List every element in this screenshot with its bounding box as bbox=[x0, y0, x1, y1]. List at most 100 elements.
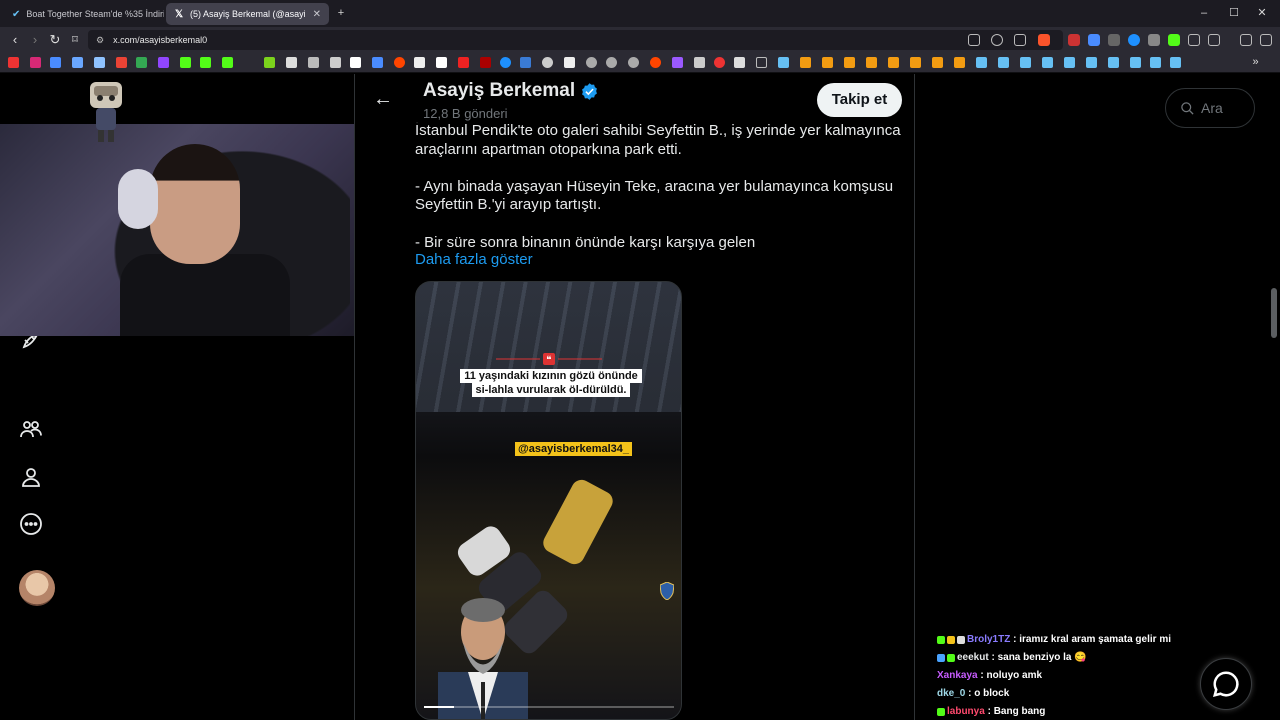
bookmark-steam-icon[interactable] bbox=[998, 57, 1009, 68]
bookmark-icon[interactable] bbox=[50, 57, 61, 68]
bookmark-steam-icon[interactable] bbox=[778, 57, 789, 68]
account-avatar[interactable] bbox=[19, 570, 55, 606]
messages-button[interactable] bbox=[1200, 658, 1252, 710]
tab-steam[interactable]: ✔ Boat Together Steam'de %35 İndirim bbox=[4, 3, 164, 25]
share-icon[interactable] bbox=[1014, 34, 1026, 46]
bookmark-icon[interactable] bbox=[564, 57, 575, 68]
bookmark-icon[interactable] bbox=[480, 57, 491, 68]
bookmark-drive-icon[interactable] bbox=[136, 57, 147, 68]
bookmark-icon[interactable] bbox=[458, 57, 469, 68]
bookmark-icon[interactable] bbox=[694, 57, 705, 68]
bookmark-icon[interactable] bbox=[542, 57, 553, 68]
bookmark-icon[interactable] bbox=[500, 57, 511, 68]
extension-icon[interactable] bbox=[1068, 34, 1080, 46]
bookmark-steam-icon[interactable] bbox=[1020, 57, 1031, 68]
bookmark-icon[interactable] bbox=[672, 57, 683, 68]
minimize-button[interactable]: – bbox=[1194, 4, 1214, 22]
bookmark-kick-icon[interactable] bbox=[222, 57, 233, 68]
bookmark-steam-icon[interactable] bbox=[1130, 57, 1141, 68]
chat-bubble-icon bbox=[1212, 671, 1239, 698]
bookmark-icon[interactable] bbox=[888, 57, 899, 68]
back-icon[interactable]: ‹ bbox=[6, 31, 24, 49]
page-scrollbar-thumb[interactable] bbox=[1271, 288, 1277, 338]
bookmark-youtube-icon[interactable] bbox=[8, 57, 19, 68]
browser-tab-bar: ✔ Boat Together Steam'de %35 İndirim 𝕏 (… bbox=[0, 0, 1280, 27]
bookmark-reddit-icon[interactable] bbox=[394, 57, 405, 68]
bookmark-x-icon[interactable] bbox=[350, 57, 361, 68]
bookmark-icon[interactable] bbox=[330, 57, 341, 68]
bookmark-kick-icon[interactable] bbox=[180, 57, 191, 68]
forward-icon[interactable]: › bbox=[26, 31, 44, 49]
close-tab-icon[interactable]: ✕ bbox=[305, 9, 321, 20]
sidebar-icon[interactable] bbox=[1208, 34, 1220, 46]
bookmark-steam-icon[interactable] bbox=[1042, 57, 1053, 68]
chat-username: labunya bbox=[947, 706, 985, 717]
bookmark-steam-icon[interactable] bbox=[1064, 57, 1075, 68]
bookmark-instagram-icon[interactable] bbox=[30, 57, 41, 68]
site-info-icon[interactable]: ⚙ bbox=[96, 35, 104, 46]
bookmark-steam-icon[interactable] bbox=[1150, 57, 1161, 68]
extension-icon[interactable] bbox=[1088, 34, 1100, 46]
back-arrow-icon[interactable]: ← bbox=[371, 87, 395, 111]
bookmark-twitch-icon[interactable] bbox=[158, 57, 169, 68]
bookmark-icon[interactable] bbox=[650, 57, 661, 68]
svg-text:❝: ❝ bbox=[546, 355, 551, 366]
nav-more-icon[interactable] bbox=[17, 510, 45, 538]
bookmark-steam-icon[interactable] bbox=[1086, 57, 1097, 68]
bookmark-icon[interactable]: ⌑ bbox=[66, 31, 84, 49]
bookmark-icon[interactable] bbox=[606, 57, 617, 68]
tweet-video[interactable]: ❝ 11 yaşındaki kızının gözü önünde si-la… bbox=[415, 281, 682, 720]
video-progress-bar[interactable] bbox=[424, 706, 674, 708]
bookmark-icon[interactable] bbox=[954, 57, 965, 68]
bookmark-icon[interactable] bbox=[264, 57, 275, 68]
extension-icon[interactable] bbox=[1108, 34, 1120, 46]
bookmark-icon[interactable] bbox=[586, 57, 597, 68]
more-bookmarks-icon[interactable]: » bbox=[1250, 57, 1261, 68]
reload-icon[interactable]: ↻ bbox=[46, 31, 64, 49]
bookmark-steam-icon[interactable] bbox=[1108, 57, 1119, 68]
maximize-button[interactable]: ☐ bbox=[1224, 4, 1244, 22]
bookmark-icon[interactable] bbox=[910, 57, 921, 68]
search-box[interactable]: Ara bbox=[1165, 88, 1255, 128]
bookmark-amazon-icon[interactable] bbox=[436, 57, 447, 68]
menu-icon[interactable] bbox=[1260, 34, 1272, 46]
address-bar[interactable]: ⚙ x.com/asayisberkemal0 bbox=[88, 30, 1063, 50]
bookmark-icon[interactable] bbox=[286, 57, 297, 68]
zoom-icon[interactable] bbox=[991, 34, 1003, 46]
close-window-button[interactable]: ✕ bbox=[1252, 4, 1272, 22]
video-caption: 11 yaşındaki kızının gözü önünde si-lahl… bbox=[456, 369, 646, 397]
bookmark-folder-icon[interactable] bbox=[756, 57, 767, 68]
bookmark-icon[interactable] bbox=[520, 57, 531, 68]
bookmark-icon[interactable] bbox=[800, 57, 811, 68]
bookmark-steam-icon[interactable] bbox=[976, 57, 987, 68]
nav-profile-icon[interactable] bbox=[17, 463, 45, 491]
bookmark-icon[interactable] bbox=[822, 57, 833, 68]
bookmark-icon[interactable] bbox=[714, 57, 725, 68]
tab-x-profile[interactable]: 𝕏 (5) Asayiş Berkemal (@asayisberk ✕ bbox=[166, 3, 329, 25]
nav-communities-icon[interactable] bbox=[17, 415, 45, 443]
bookmark-kick-icon[interactable] bbox=[200, 57, 211, 68]
bookmark-icon[interactable] bbox=[628, 57, 639, 68]
bookmark-icon[interactable] bbox=[932, 57, 943, 68]
kick-extension-icon[interactable] bbox=[1168, 34, 1180, 46]
bookmark-icon[interactable] bbox=[414, 57, 425, 68]
bookmark-steam-icon[interactable] bbox=[1170, 57, 1181, 68]
bookmark-icon[interactable] bbox=[72, 57, 83, 68]
extension-icon[interactable] bbox=[1148, 34, 1160, 46]
bookmark-icon[interactable] bbox=[734, 57, 745, 68]
bookmark-icon[interactable] bbox=[94, 57, 105, 68]
extensions-puzzle-icon[interactable] bbox=[1188, 34, 1200, 46]
extension-icon[interactable] bbox=[1128, 34, 1140, 46]
screen-icon[interactable] bbox=[968, 34, 980, 46]
follow-button[interactable]: Takip et bbox=[817, 83, 902, 117]
bookmark-icon[interactable] bbox=[866, 57, 877, 68]
bookmark-icon[interactable] bbox=[308, 57, 319, 68]
bookmark-gmail-icon[interactable] bbox=[116, 57, 127, 68]
brave-shield-icon[interactable] bbox=[1038, 34, 1050, 46]
music-icon[interactable] bbox=[1240, 34, 1252, 46]
bookmark-icon[interactable] bbox=[372, 57, 383, 68]
new-tab-button[interactable]: + bbox=[331, 4, 351, 22]
chat-badge-icon bbox=[947, 635, 955, 644]
bookmark-icon[interactable] bbox=[844, 57, 855, 68]
show-more-link[interactable]: Daha fazla göster bbox=[415, 251, 533, 268]
